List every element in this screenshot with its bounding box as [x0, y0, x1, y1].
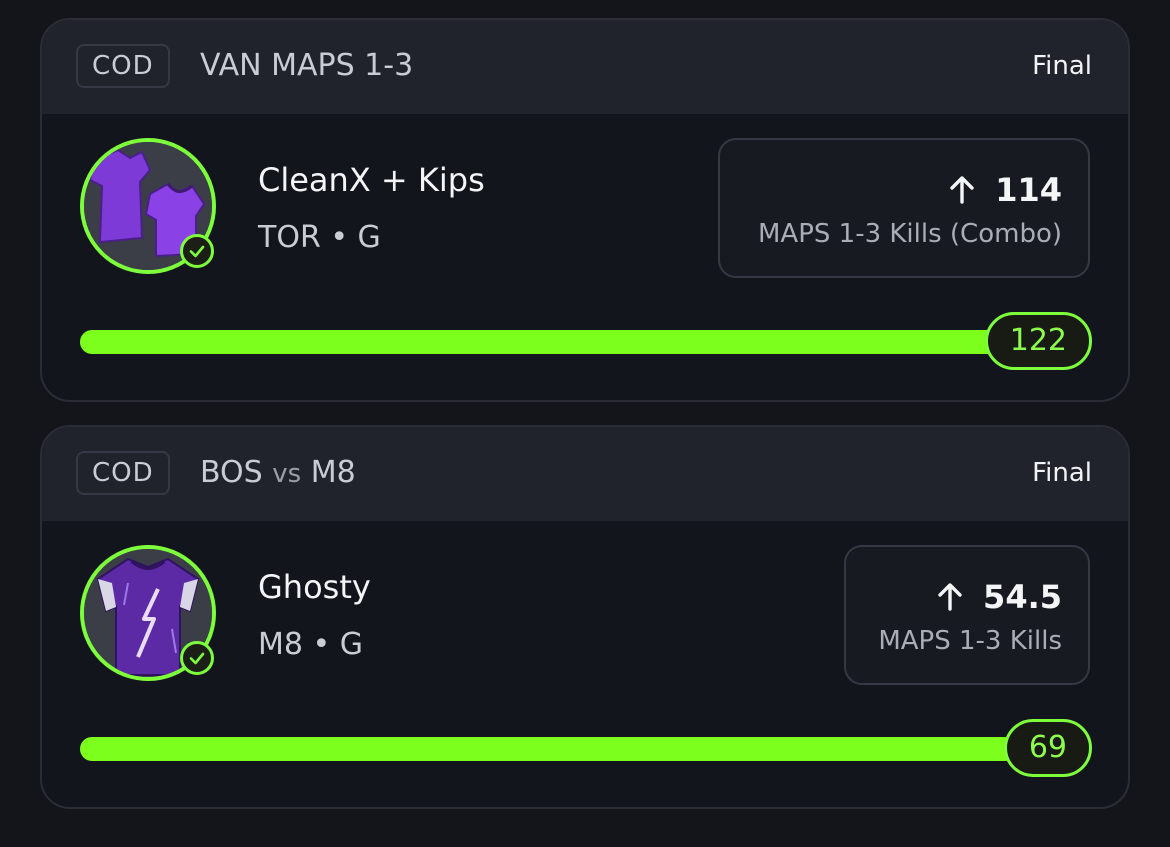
- player-name: Ghosty: [258, 568, 371, 606]
- player-team-position: TOR • G: [258, 220, 381, 255]
- arrow-up-icon: [950, 176, 974, 204]
- status-label: Final: [1032, 458, 1092, 488]
- progress-bar: [80, 330, 1090, 354]
- sport-tag: COD: [76, 451, 170, 495]
- player-avatar: [80, 138, 216, 274]
- card-header: COD BOS vs M8 Final: [42, 427, 1128, 521]
- player-avatar: [80, 545, 216, 681]
- arrow-up-icon: [938, 583, 962, 611]
- match-title: BOS vs M8: [200, 453, 356, 494]
- status-label: Final: [1032, 51, 1092, 81]
- stat-line: 54.5: [935, 577, 1062, 617]
- result-value: 69: [1003, 719, 1092, 777]
- pick-card[interactable]: COD BOS vs M8 Final Ghosty M8 • G 54.5 M…: [40, 425, 1130, 809]
- check-icon: [180, 234, 214, 268]
- stat-label: MAPS 1-3 Kills (Combo): [757, 219, 1062, 249]
- line-value: 114: [995, 171, 1062, 209]
- home-team: BOS: [200, 455, 263, 490]
- progress-bar: [80, 737, 1090, 761]
- check-icon: [180, 641, 214, 675]
- stat-line-box: 54.5 MAPS 1-3 Kills: [844, 545, 1090, 685]
- progress-fill: [80, 330, 1090, 354]
- result-value: 122: [984, 312, 1092, 370]
- stat-label: MAPS 1-3 Kills: [878, 626, 1062, 656]
- player-team-position: M8 • G: [258, 627, 363, 662]
- pick-card[interactable]: COD VAN MAPS 1-3 Final CleanX + Kips TOR…: [40, 18, 1130, 402]
- vs-label: vs: [272, 459, 302, 489]
- stat-line-box: 114 MAPS 1-3 Kills (Combo): [718, 138, 1090, 278]
- stat-line: 114: [947, 170, 1062, 210]
- sport-tag: COD: [76, 44, 170, 88]
- line-value: 54.5: [983, 578, 1062, 616]
- progress-fill: [80, 737, 1090, 761]
- away-team: M8: [310, 455, 356, 490]
- player-name: CleanX + Kips: [258, 161, 485, 199]
- card-header: COD VAN MAPS 1-3 Final: [42, 20, 1128, 114]
- match-title: VAN MAPS 1-3: [200, 48, 414, 83]
